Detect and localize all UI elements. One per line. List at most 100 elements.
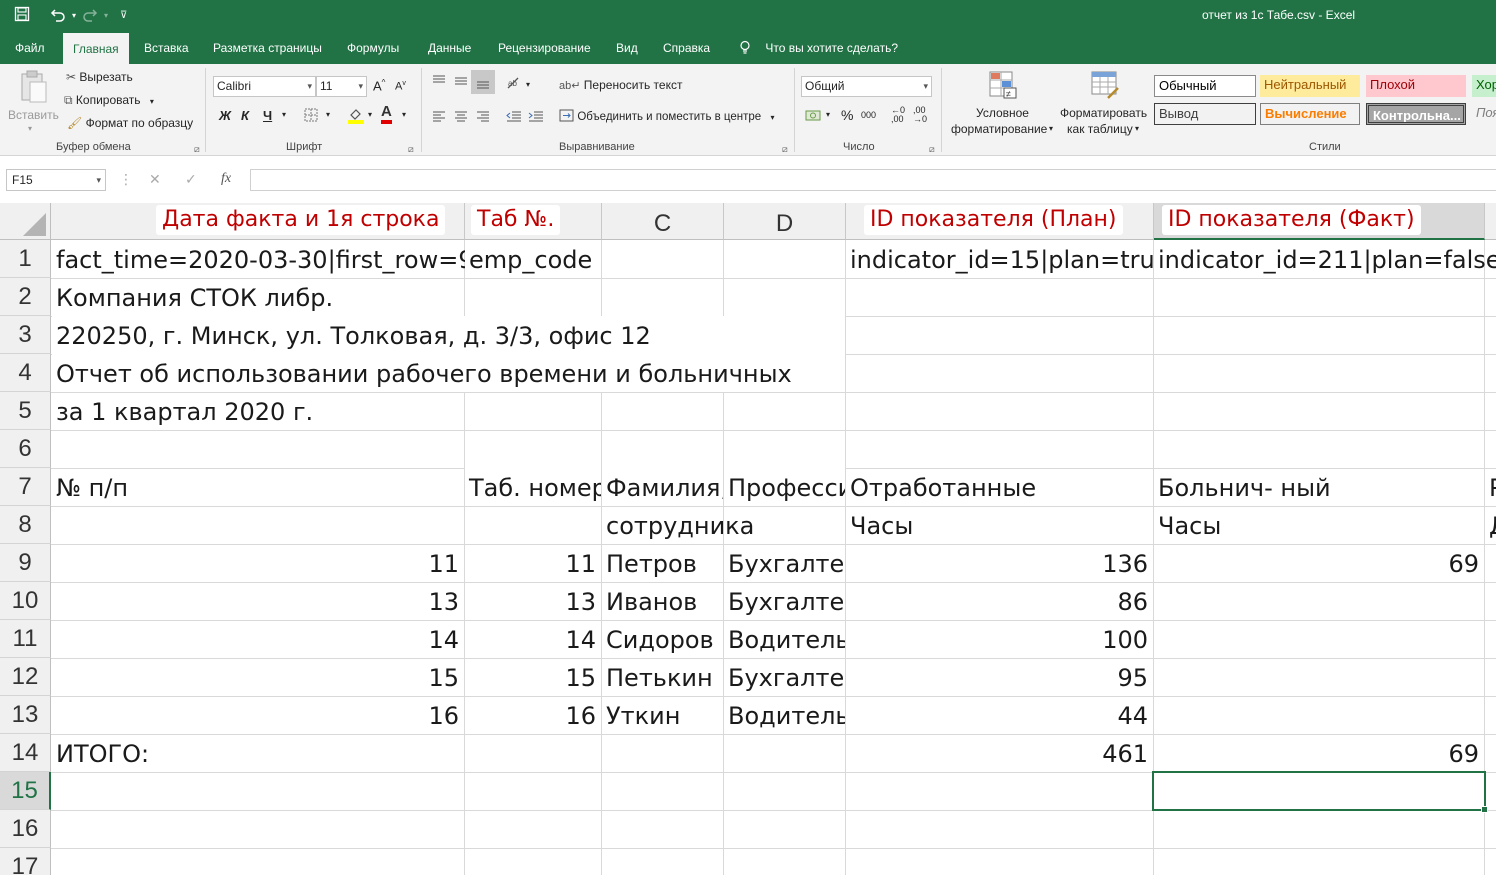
underline-dropdown-icon[interactable]: ▾ [282,110,286,119]
row-header[interactable]: 8 [0,506,51,544]
font-color-icon[interactable]: A [381,104,392,124]
decrease-indent-icon[interactable] [506,110,522,127]
cell-d11[interactable]: Водитель [724,620,845,658]
row-header[interactable]: 5 [0,392,51,430]
row-header[interactable]: 10 [0,582,51,620]
formula-input[interactable] [250,169,1496,191]
cell-e1[interactable]: indicator_id=15|plan=true [846,240,1169,278]
column-header-g[interactable] [1485,203,1496,240]
font-launcher-icon[interactable]: ⧄ [408,144,414,155]
fill-color-icon[interactable] [347,106,365,127]
cell-d10[interactable]: Бухгалтер [724,582,845,620]
cell-c9[interactable]: Петров [602,544,723,582]
cell-a10[interactable]: 13 [52,582,464,620]
style-good[interactable]: Хор [1472,75,1496,97]
cell-g8[interactable]: Д [1485,506,1496,544]
percent-button[interactable]: % [841,107,853,123]
active-cell-f15[interactable] [1152,771,1486,811]
row-header[interactable]: 16 [0,810,51,848]
grow-font-icon[interactable]: A^ [373,78,385,93]
row-header[interactable]: 12 [0,658,51,696]
cell-d9[interactable]: Бухгалтер [724,544,845,582]
style-explanatory[interactable]: Поя [1472,103,1496,125]
style-check-cell[interactable]: Контрольна... [1366,103,1466,125]
align-bottom-icon[interactable] [471,70,495,94]
cell-e13[interactable]: 44 [846,696,1153,734]
cell-c13[interactable]: Уткин [602,696,723,734]
fill-color-dropdown-icon[interactable]: ▾ [368,110,372,119]
row-header[interactable]: 9 [0,544,51,582]
merge-center-button[interactable]: Объединить и поместить в центре ▾ [559,109,775,123]
row-header[interactable]: 14 [0,734,51,772]
row-header[interactable]: 11 [0,620,51,658]
format-painter-button[interactable]: 🖌 Формат по образцу [67,116,193,130]
borders-dropdown-icon[interactable]: ▾ [326,110,330,119]
cell-b7[interactable]: Таб. номер [465,468,601,506]
cell-b10[interactable]: 13 [465,582,601,620]
undo-dropdown-icon[interactable]: ▾ [72,11,76,20]
cell-c8[interactable]: сотрудника [602,506,754,544]
cell-f9[interactable]: 69 [1154,544,1484,582]
align-top-icon[interactable] [432,74,446,91]
row-header[interactable]: 1 [0,240,51,278]
cell-c12[interactable]: Петькин [602,658,723,696]
paste-button[interactable]: Вставить ▾ [8,70,59,133]
cell-f8[interactable]: Часы [1154,506,1221,544]
cancel-icon[interactable]: ✕ [149,171,161,188]
align-left-icon[interactable] [432,110,446,127]
cell-a14[interactable]: ИТОГО: [52,734,149,772]
cell-f1[interactable]: indicator_id=211|plan=false [1154,240,1496,278]
customize-qat-icon[interactable]: ⊽ [120,10,127,21]
number-launcher-icon[interactable]: ⧄ [929,144,935,155]
align-middle-icon[interactable] [454,74,468,91]
wrap-text-button[interactable]: ab↵ Переносить текст [559,78,682,92]
borders-icon[interactable] [304,108,318,125]
align-center-icon[interactable] [454,110,468,127]
select-all-button[interactable] [0,203,51,240]
cell-f14[interactable]: 69 [1154,734,1484,772]
orientation-icon[interactable]: ab [506,76,524,93]
cell-b12[interactable]: 15 [465,658,601,696]
cell-d13[interactable]: Водитель [724,696,845,734]
cell-a13[interactable]: 16 [52,696,464,734]
cell-e8[interactable]: Часы [846,506,913,544]
tab-view[interactable]: Вид [616,33,638,64]
cell-c11[interactable]: Сидоров [602,620,723,658]
style-output[interactable]: Вывод [1154,103,1256,125]
fill-handle[interactable] [1481,806,1488,813]
row-header[interactable]: 3 [0,316,51,354]
row-header[interactable]: 13 [0,696,51,734]
cell-c10[interactable]: Иванов [602,582,723,620]
cell-b11[interactable]: 14 [465,620,601,658]
tab-formulas[interactable]: Формулы [347,33,399,64]
cell-e9[interactable]: 136 [846,544,1153,582]
cell-e11[interactable]: 100 [846,620,1153,658]
column-header-c[interactable]: C [602,203,724,240]
row-header[interactable]: 2 [0,278,51,316]
cell-a9[interactable]: 11 [52,544,464,582]
cell-a2[interactable]: Компания СТОК либр. [52,278,333,316]
tab-insert[interactable]: Вставка [144,33,189,64]
style-bad[interactable]: Плохой [1366,75,1466,97]
tab-home[interactable]: Главная [63,33,129,64]
row-header-selected[interactable]: 15 [0,772,51,810]
cell-a12[interactable]: 15 [52,658,464,696]
row-header[interactable]: 6 [0,430,51,468]
font-color-dropdown-icon[interactable]: ▾ [402,110,406,119]
increase-decimal-icon[interactable]: ←0,00 [891,106,905,124]
tab-file[interactable]: Файл [15,33,45,64]
cell-e7[interactable]: Отработанные [846,468,1036,506]
conditional-formatting-button[interactable]: ≠ Условное форматирование ▾ [948,70,1056,138]
copy-button[interactable]: ⧉ Копировать ▾ [64,93,154,108]
bold-button[interactable]: Ж [219,108,231,123]
shrink-font-icon[interactable]: Av [395,80,406,93]
orientation-dropdown-icon[interactable]: ▾ [526,80,530,89]
cell-g7[interactable]: Р [1485,468,1496,506]
cell-a7[interactable]: № п/п [52,468,128,506]
column-header-d[interactable]: D [724,203,846,240]
cut-button[interactable]: ✂ Вырезать [66,70,133,84]
clipboard-launcher-icon[interactable]: ⧄ [194,144,200,155]
cell-e14[interactable]: 461 [846,734,1153,772]
cell-f7[interactable]: Больнич- ный [1154,468,1331,506]
cell-e12[interactable]: 95 [846,658,1153,696]
